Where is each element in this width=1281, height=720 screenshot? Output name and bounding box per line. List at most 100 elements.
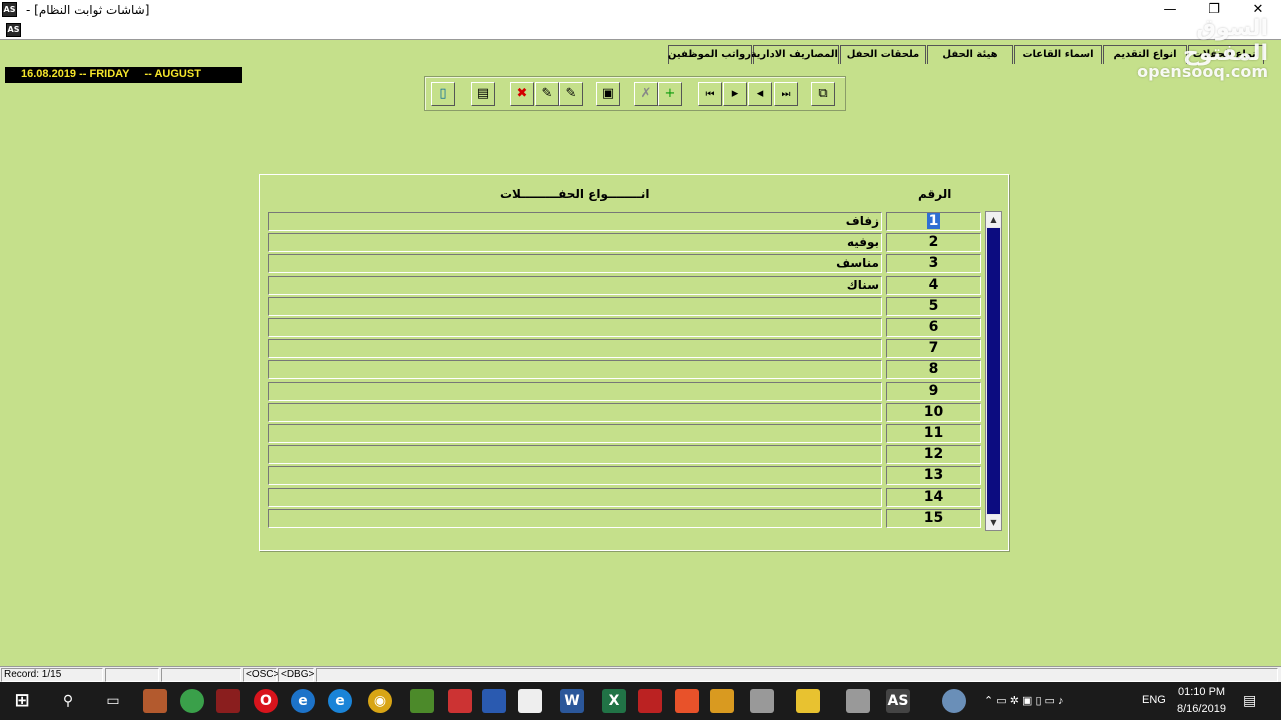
party-type-cell[interactable] <box>268 424 882 443</box>
word-icon[interactable]: W <box>560 689 584 713</box>
task-view-icon[interactable]: ▭ <box>101 689 125 713</box>
status-cell-empty-3 <box>316 668 1278 682</box>
windows-start-icon[interactable]: ⊞ <box>10 689 34 713</box>
last-record-button[interactable]: ⏭ <box>774 82 798 106</box>
app-icon-10[interactable] <box>750 689 774 713</box>
exit-button[interactable]: ▯ <box>431 82 455 106</box>
next-record-button[interactable]: ▸ <box>723 82 747 106</box>
scroll-down-icon[interactable]: ▼ <box>986 515 1001 530</box>
first-record-button[interactable]: ⏮ <box>698 82 722 106</box>
row-number-cell[interactable]: 1 <box>886 212 981 231</box>
watermark-latin: opensooq.com <box>1137 62 1268 81</box>
status-bar: Record: 1/15 <OSC> <DBG> <box>0 666 1281 682</box>
add-record-icon: + <box>664 86 676 101</box>
delete-button[interactable]: ✖ <box>510 82 534 106</box>
tab-party-extras[interactable]: ملحقات الحفل <box>840 45 926 64</box>
party-type-cell[interactable] <box>268 297 882 316</box>
dbg-indicator: <DBG> <box>278 668 314 682</box>
app-icon-11[interactable] <box>846 689 870 713</box>
type-column-header: انــــــــواع الحفـــــــــلات <box>500 187 650 201</box>
party-type-cell[interactable] <box>268 360 882 379</box>
row-number-cell[interactable]: 4 <box>886 276 981 295</box>
party-type-cell[interactable] <box>268 466 882 485</box>
row-number: 12 <box>923 446 944 462</box>
app-icon[interactable]: AS <box>2 2 17 17</box>
tab-employee-salaries[interactable]: رواتب الموظفين <box>668 45 752 64</box>
party-type-cell[interactable]: بوفيه <box>268 233 882 252</box>
party-type-cell[interactable] <box>268 445 882 464</box>
app-icon-5[interactable] <box>448 689 472 713</box>
row-number-cell[interactable]: 8 <box>886 360 981 379</box>
party-type-cell[interactable] <box>268 509 882 528</box>
delete-icon: ✖ <box>516 86 528 101</box>
edit-button[interactable]: ✎ <box>535 82 559 106</box>
app-icon-3[interactable] <box>216 689 240 713</box>
print-icon: ▤ <box>476 86 490 101</box>
opera-icon[interactable]: O <box>254 689 278 713</box>
row-number: 3 <box>928 255 939 271</box>
row-number-cell[interactable]: 11 <box>886 424 981 443</box>
row-number: 13 <box>923 467 944 483</box>
grid-scrollbar[interactable]: ▲ ▼ <box>985 211 1002 531</box>
app-icon-8[interactable] <box>638 689 662 713</box>
notifications-icon[interactable]: ▤ <box>1243 692 1256 709</box>
status-cell-empty-1 <box>105 668 159 682</box>
row-number-cell[interactable]: 7 <box>886 339 981 358</box>
clear-icon: ✗ <box>640 86 652 101</box>
row-number-cell[interactable]: 15 <box>886 509 981 528</box>
party-type-cell[interactable] <box>268 488 882 507</box>
brave-icon[interactable] <box>675 689 699 713</box>
party-type-cell[interactable] <box>268 403 882 422</box>
document-icon[interactable]: AS <box>6 23 21 37</box>
app-icon-7[interactable] <box>518 689 542 713</box>
app-icon-12[interactable] <box>942 689 966 713</box>
row-number-cell[interactable]: 13 <box>886 466 981 485</box>
add-record-button[interactable]: + <box>658 82 682 106</box>
party-type-cell[interactable]: سناك <box>268 276 882 295</box>
scroll-thumb[interactable] <box>987 228 1000 514</box>
clock-time[interactable]: 01:10 PM <box>1178 686 1225 698</box>
save-button[interactable]: ▣ <box>596 82 620 106</box>
row-number-cell[interactable]: 5 <box>886 297 981 316</box>
internet-explorer-icon[interactable]: e <box>291 689 315 713</box>
save-icon: ▣ <box>601 86 615 101</box>
app-icon-2[interactable] <box>180 689 204 713</box>
search-icon[interactable]: ⚲ <box>56 689 80 713</box>
row-number-cell[interactable]: 6 <box>886 318 981 337</box>
tab-hall-names[interactable]: اسماء القاعات <box>1014 45 1102 64</box>
chrome-icon[interactable]: ◉ <box>368 689 392 713</box>
party-type-cell[interactable] <box>268 318 882 337</box>
app-icon-1[interactable] <box>143 689 167 713</box>
party-type-cell[interactable]: مناسف <box>268 254 882 273</box>
row-number-cell[interactable]: 14 <box>886 488 981 507</box>
active-app-icon[interactable]: AS <box>886 689 910 713</box>
clear-button[interactable]: ✗ <box>634 82 658 106</box>
language-indicator[interactable]: ENG <box>1142 694 1166 706</box>
file-explorer-icon[interactable] <box>796 689 820 713</box>
app-icon-4[interactable] <box>410 689 434 713</box>
print-button[interactable]: ▤ <box>471 82 495 106</box>
edit-alt-button[interactable]: ✎ <box>559 82 583 106</box>
excel-icon[interactable]: X <box>602 689 626 713</box>
scroll-up-icon[interactable]: ▲ <box>986 212 1001 227</box>
row-number-cell[interactable]: 2 <box>886 233 981 252</box>
previous-record-button[interactable]: ◂ <box>748 82 772 106</box>
row-number-cell[interactable]: 3 <box>886 254 981 273</box>
party-type-cell[interactable]: زفاف <box>268 212 882 231</box>
party-type-cell[interactable] <box>268 382 882 401</box>
edge-icon[interactable]: e <box>328 689 352 713</box>
tray-icons[interactable]: ⌃ ▭ ✲ ▣ ▯ ▭ ♪ <box>984 694 1064 707</box>
clock-date[interactable]: 8/16/2019 <box>1177 703 1226 715</box>
last-record-icon: ⏭ <box>781 89 791 100</box>
row-number-cell[interactable]: 10 <box>886 403 981 422</box>
app-icon-6[interactable] <box>482 689 506 713</box>
row-number-cell[interactable]: 12 <box>886 445 981 464</box>
tab-party-setup[interactable]: هيئة الحفل <box>927 45 1013 64</box>
record-counter: Record: 1/15 <box>1 668 103 682</box>
watermark-arabic: السوق المفتوح <box>1182 16 1268 66</box>
party-type-cell[interactable] <box>268 339 882 358</box>
app-icon-9[interactable] <box>710 689 734 713</box>
copy-button[interactable]: ⧉ <box>811 82 835 106</box>
tab-admin-expenses[interactable]: المصاريف الادارية <box>751 45 839 64</box>
row-number-cell[interactable]: 9 <box>886 382 981 401</box>
